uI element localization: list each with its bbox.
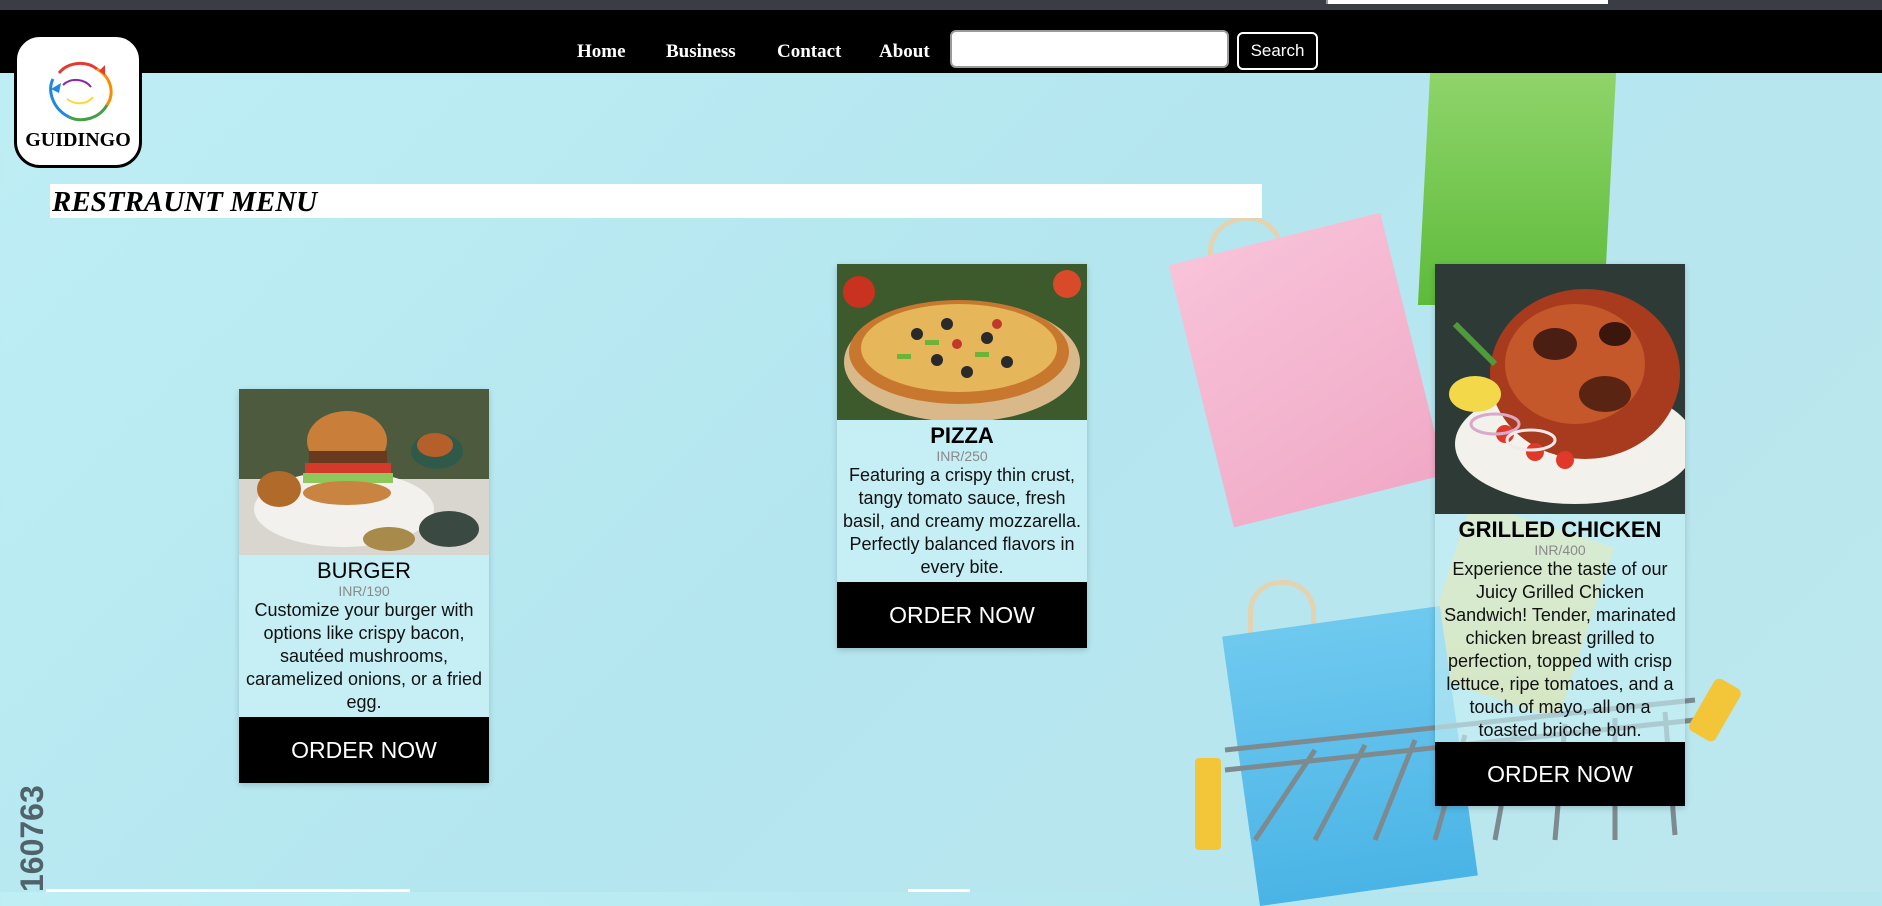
item-name: GRILLED CHICKEN	[1458, 517, 1662, 542]
item-name: PIZZA	[930, 423, 994, 448]
menu-card-pizza: PIZZA INR/250 Featuring a crispy thin cr…	[837, 264, 1087, 648]
nav-link-home[interactable]: Home	[577, 41, 626, 63]
grilled-chicken-image	[1435, 264, 1685, 514]
order-now-button[interactable]: ORDER NOW	[1435, 742, 1685, 806]
pizza-image	[837, 264, 1087, 420]
item-price: INR/400	[1534, 542, 1586, 558]
menu-card-burger: BURGER INR/190 Customize your burger wit…	[239, 389, 489, 783]
menu-banner: RESTRAUNT MENU	[50, 184, 1262, 218]
item-description: Featuring a crispy thin crust, tangy tom…	[842, 465, 1082, 577]
logo-birds-icon	[49, 62, 113, 122]
burger-image	[239, 389, 489, 555]
item-name: BURGER	[316, 558, 412, 583]
nav-link-contact[interactable]: Contact	[777, 41, 841, 63]
item-price: INR/250	[936, 448, 988, 464]
order-now-button[interactable]: ORDER NOW	[837, 582, 1087, 648]
item-description: Customize your burger with options like …	[245, 600, 483, 712]
browser-top-strip	[0, 0, 1882, 10]
item-price: INR/190	[338, 583, 390, 599]
menu-card-grilled-chicken: GRILLED CHICKEN INR/400 Experience the t…	[1435, 264, 1685, 806]
order-now-button[interactable]: ORDER NOW	[239, 717, 489, 783]
item-description: Experience the taste of our Juicy Grille…	[1444, 559, 1676, 740]
background-pink-bag	[1168, 212, 1446, 528]
logo[interactable]: GUIDINGO	[14, 34, 142, 168]
search-input[interactable]	[950, 30, 1229, 68]
search-button[interactable]: Search	[1237, 32, 1318, 70]
browser-strip-fragment	[1326, 0, 1608, 4]
nav-link-business[interactable]: Business	[666, 41, 736, 63]
nav-link-about[interactable]: About	[879, 41, 930, 63]
watermark-id: 160763	[14, 785, 50, 892]
navbar: Home Business Contact About Search	[0, 10, 1882, 73]
menu-title: RESTRAUNT MENU	[52, 186, 318, 218]
logo-text: GUIDINGO	[25, 129, 131, 151]
